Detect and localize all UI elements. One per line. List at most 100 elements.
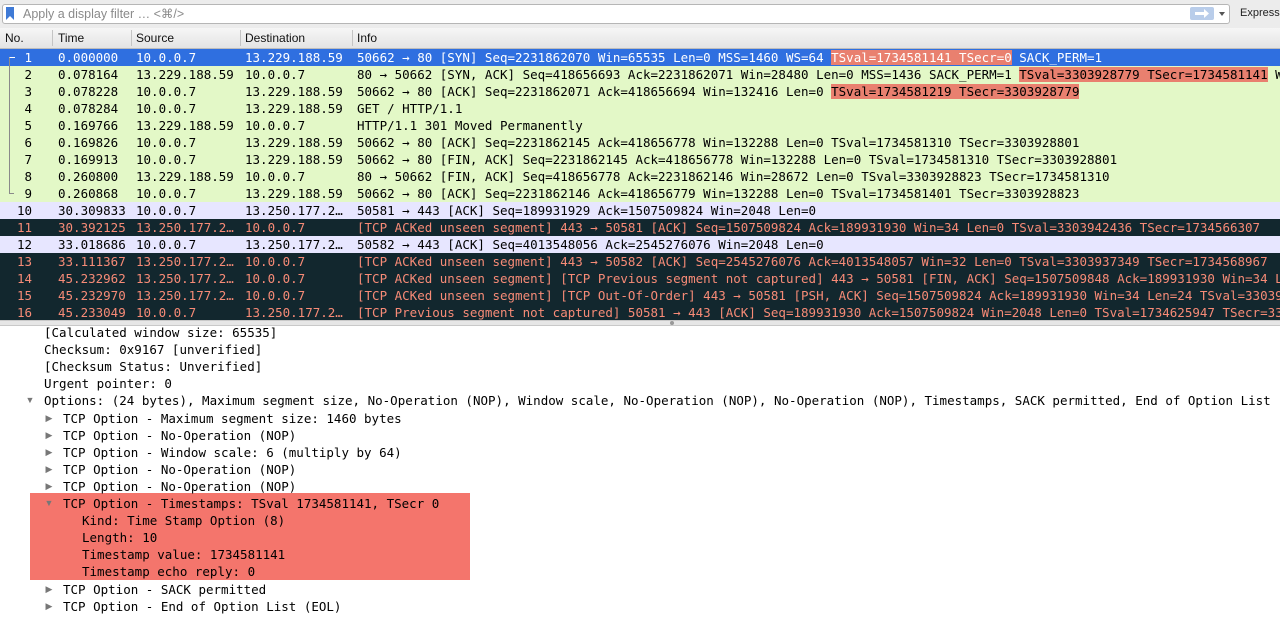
- packet-row[interactable]: 9 0.260868 10.0.0.7 13.229.188.59 50662 → 80…: [0, 185, 1280, 202]
- packet-info: 50582 → 443 [ACK] Seq=4013548056 Ack=254…: [357, 236, 1280, 253]
- packet-row[interactable]: 7 0.169913 10.0.0.7 13.229.188.59 50662 → 80…: [0, 151, 1280, 168]
- packet-info: [TCP ACKed unseen segment] 443 → 50582 […: [357, 253, 1280, 270]
- packet-info-text: 80 → 50662 [SYN, ACK] Seq=418656693 Ack=…: [357, 67, 1020, 82]
- detail-tree-item[interactable]: [Calculated window size: 65535]: [44, 325, 277, 341]
- detail-tree-item[interactable]: Options: (24 bytes), Maximum segment siz…: [44, 392, 1280, 409]
- detail-tree-item[interactable]: TCP Option - No-Operation (NOP): [63, 427, 296, 444]
- packet-info-text: 50662 → 80 [SYN] Seq=2231862070 Win=6553…: [357, 50, 832, 65]
- detail-tree-item[interactable]: Urgent pointer: 0: [44, 375, 172, 392]
- collapsed-triangle-icon[interactable]: ▶: [43, 410, 55, 427]
- detail-tree-item[interactable]: TCP Option - SACK permitted: [63, 581, 266, 598]
- packet-time: 30.309833: [58, 203, 126, 218]
- detail-tree-item[interactable]: [Checksum Status: Unverified]: [44, 358, 262, 375]
- collapsed-triangle-icon[interactable]: ▶: [43, 427, 55, 444]
- packet-row[interactable]: 10 30.309833 10.0.0.7 13.250.177.2… 50581 → …: [0, 202, 1280, 219]
- packet-list[interactable]: No. Time Source Destination Info 1 0.0000…: [0, 28, 1280, 320]
- packet-time: 45.232970: [58, 288, 126, 303]
- packet-no: 16: [16, 305, 32, 320]
- detail-tree-item[interactable]: Timestamp echo reply: 0: [82, 563, 255, 580]
- packet-source: 13.229.188.59: [136, 67, 234, 82]
- packet-info-text: [TCP ACKed unseen segment] 443 → 50582 […: [357, 254, 1268, 269]
- packet-info-text: [TCP ACKed unseen segment] [TCP Previous…: [357, 271, 1280, 286]
- detail-tree-item[interactable]: Kind: Time Stamp Option (8): [82, 512, 285, 529]
- packet-info-text: [TCP ACKed unseen segment] [TCP Out-Of-O…: [357, 288, 1280, 303]
- packet-time: 45.233049: [58, 305, 126, 320]
- packet-no: 10: [16, 203, 32, 218]
- detail-tree-item[interactable]: TCP Option - Maximum segment size: 1460 …: [63, 410, 402, 427]
- packet-no: 15: [16, 288, 32, 303]
- packet-info: HTTP/1.1 301 Moved Permanently: [357, 117, 1280, 134]
- packet-destination: 10.0.0.7: [245, 118, 306, 133]
- packet-info-text: 80 → 50662 [FIN, ACK] Seq=418656778 Ack=…: [357, 169, 1110, 184]
- column-header-time[interactable]: Time: [58, 31, 84, 45]
- packet-time: 0.169826: [58, 135, 119, 150]
- conversation-bracket-end: [9, 193, 14, 194]
- packet-row[interactable]: 12 33.018686 10.0.0.7 13.250.177.2… 50582 → …: [0, 236, 1280, 253]
- packet-time: 0.078284: [58, 101, 119, 116]
- collapsed-triangle-icon[interactable]: ▶: [43, 444, 55, 461]
- packet-info-text: [TCP ACKed unseen segment] 443 → 50581 […: [357, 220, 1261, 235]
- packet-row[interactable]: 1 0.000000 10.0.0.7 13.229.188.59 50662 → 80…: [0, 49, 1280, 66]
- detail-tree-item[interactable]: TCP Option - Timestamps: TSval 173458114…: [63, 495, 439, 512]
- detail-tree-item[interactable]: TCP Option - No-Operation (NOP): [63, 461, 296, 478]
- packet-info-text: [TCP Previous segment not captured] 5058…: [357, 305, 1280, 320]
- collapsed-triangle-icon[interactable]: ▶: [43, 581, 55, 598]
- column-header-info[interactable]: Info: [357, 31, 377, 45]
- packet-row[interactable]: 16 45.233049 10.0.0.7 13.250.177.2… [TCP Pre…: [0, 304, 1280, 320]
- display-filter-input[interactable]: [23, 5, 1183, 23]
- packet-source: 13.250.177.2…: [136, 271, 234, 286]
- expanded-triangle-icon[interactable]: ▼: [24, 392, 36, 409]
- detail-tree-item[interactable]: TCP Option - Window scale: 6 (multiply b…: [63, 444, 402, 461]
- packet-row[interactable]: 4 0.078284 10.0.0.7 13.229.188.59 GET / HTTP…: [0, 100, 1280, 117]
- detail-tree-item[interactable]: TCP Option - End of Option List (EOL): [63, 598, 341, 615]
- packet-time: 30.392125: [58, 220, 126, 235]
- packet-row[interactable]: 5 0.169766 13.229.188.59 10.0.0.7 HTTP/1.1 3…: [0, 117, 1280, 134]
- packet-no: 11: [16, 220, 32, 235]
- packet-source: 10.0.0.7: [136, 237, 197, 252]
- packet-time: 0.169766: [58, 118, 119, 133]
- packet-row[interactable]: 2 0.078164 13.229.188.59 10.0.0.7 80 → 50662…: [0, 66, 1280, 83]
- apply-filter-button[interactable]: [1190, 7, 1214, 20]
- packet-row[interactable]: 6 0.169826 10.0.0.7 13.229.188.59 50662 → 80…: [0, 134, 1280, 151]
- expression-button[interactable]: Expressio: [1240, 7, 1280, 19]
- packet-time: 0.000000: [58, 50, 119, 65]
- packet-list-header: No. Time Source Destination Info: [0, 28, 1280, 49]
- column-header-source[interactable]: Source: [136, 31, 174, 45]
- expanded-triangle-icon[interactable]: ▼: [43, 495, 55, 512]
- packet-info: 50662 → 80 [ACK] Seq=2231862146 Ack=4186…: [357, 185, 1280, 202]
- packet-row[interactable]: 3 0.078228 10.0.0.7 13.229.188.59 50662 → 80…: [0, 83, 1280, 100]
- packet-source: 10.0.0.7: [136, 84, 197, 99]
- packet-info: 50662 → 80 [ACK] Seq=2231862145 Ack=4186…: [357, 134, 1280, 151]
- bookmark-icon[interactable]: [5, 7, 15, 20]
- packet-row[interactable]: 11 30.392125 13.250.177.2… 10.0.0.7 [TCP ACK…: [0, 219, 1280, 236]
- packet-info: [TCP ACKed unseen segment] [TCP Out-Of-O…: [357, 287, 1280, 304]
- column-header-destination[interactable]: Destination: [245, 31, 305, 45]
- display-filter-toolbar: Expressio: [0, 0, 1280, 29]
- packet-row[interactable]: 15 45.232970 13.250.177.2… 10.0.0.7 [TCP ACK…: [0, 287, 1280, 304]
- packet-info: GET / HTTP/1.1: [357, 100, 1280, 117]
- collapsed-triangle-icon[interactable]: ▶: [43, 478, 55, 495]
- packet-details-pane[interactable]: [Calculated window size: 65535] Checksum:…: [0, 325, 1280, 619]
- detail-tree-item[interactable]: Timestamp value: 1734581141: [82, 546, 285, 563]
- packet-info: [TCP ACKed unseen segment] [TCP Previous…: [357, 270, 1280, 287]
- packet-destination: 13.229.188.59: [245, 135, 343, 150]
- packet-source: 10.0.0.7: [136, 186, 197, 201]
- display-filter-field[interactable]: [2, 4, 1230, 24]
- detail-tree-item[interactable]: TCP Option - No-Operation (NOP): [63, 478, 296, 495]
- collapsed-triangle-icon[interactable]: ▶: [43, 598, 55, 615]
- detail-tree-item[interactable]: Checksum: 0x9167 [unverified]: [44, 341, 262, 358]
- chevron-down-icon[interactable]: [1217, 6, 1227, 21]
- packet-destination: 13.250.177.2…: [245, 305, 343, 320]
- packet-destination: 10.0.0.7: [245, 288, 306, 303]
- packet-row[interactable]: 8 0.260800 13.229.188.59 10.0.0.7 80 → 50662…: [0, 168, 1280, 185]
- packet-source: 13.250.177.2…: [136, 288, 234, 303]
- collapsed-triangle-icon[interactable]: ▶: [43, 461, 55, 478]
- column-header-no[interactable]: No.: [5, 31, 24, 45]
- packet-no: 14: [16, 271, 32, 286]
- packet-row[interactable]: 14 45.232962 13.250.177.2… 10.0.0.7 [TCP ACK…: [0, 270, 1280, 287]
- packet-info: 80 → 50662 [SYN, ACK] Seq=418656693 Ack=…: [357, 66, 1280, 83]
- packet-time: 0.260868: [58, 186, 119, 201]
- packet-row[interactable]: 13 33.111367 13.250.177.2… 10.0.0.7 [TCP ACK…: [0, 253, 1280, 270]
- detail-tree-item[interactable]: Length: 10: [82, 529, 157, 546]
- packet-time: 45.232962: [58, 271, 126, 286]
